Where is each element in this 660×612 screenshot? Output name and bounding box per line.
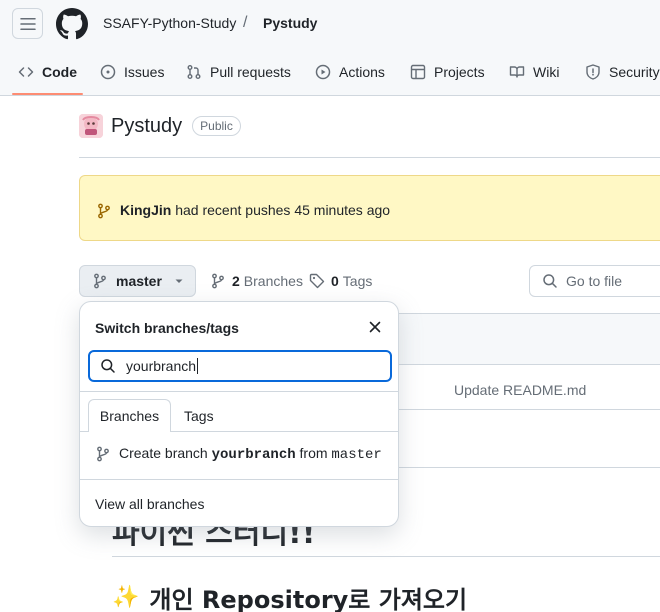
github-logo-icon[interactable] [56,8,88,40]
breadcrumb-separator: / [243,14,248,31]
dropdown-search-divider [80,391,398,392]
view-all-branches-link[interactable]: View all branches [95,496,204,512]
branch-select-button[interactable]: master [79,265,196,297]
go-to-file-placeholder: Go to file [566,273,623,289]
sparkles-icon: ✨ [112,585,140,610]
caret-down-icon [175,279,183,283]
repo-avatar[interactable] [79,114,103,138]
push-user[interactable]: KingJin [120,202,171,218]
branch-icon [97,446,109,462]
tab-wiki[interactable]: Wiki [509,48,559,96]
create-branch-text: Create branch yourbranch from master [119,445,382,463]
branch-switcher-dropdown: Switch branches/tags yourbranch Branches… [79,301,399,527]
create-branch-item[interactable]: Create branch yourbranch from master [95,445,382,463]
book-icon [509,66,525,78]
create-source-branch: master [331,447,382,463]
breadcrumb-owner[interactable]: SSAFY-Python-Study [103,15,236,31]
pull-request-icon [187,65,201,79]
issue-icon [100,64,116,80]
tab-tags[interactable]: Tags [184,399,214,432]
close-button[interactable] [366,318,384,336]
top-bar: SSAFY-Python-Study / Pystudy [0,0,660,48]
tags-link[interactable]: 0 Tags [309,265,372,297]
repo-nav: Code Issues Pull requests Actions Projec… [0,48,660,96]
readme-subtitle: ✨ 개인 Repository로 가져오기 [112,580,467,612]
tab-actions-label: Actions [339,64,385,80]
branch-icon [94,273,106,289]
dropdown-footer-divider [80,479,398,480]
tag-icon [309,273,325,289]
branch-search-input[interactable]: yourbranch [88,350,392,382]
play-icon [315,64,331,80]
recent-push-banner: KingJin had recent pushes 45 minutes ago [79,175,660,241]
push-message: KingJin had recent pushes 45 minutes ago [120,202,390,218]
tab-actions[interactable]: Actions [315,48,385,96]
current-branch-label: master [116,273,162,289]
repo-title[interactable]: Pystudy [111,115,182,138]
close-icon [369,321,381,333]
branch-icon [98,203,110,219]
tags-count: 0 [331,273,339,289]
tab-code[interactable]: Code [18,48,77,96]
create-branch-name: yourbranch [211,447,296,463]
breadcrumb-repo[interactable]: Pystudy [263,15,317,31]
tab-projects[interactable]: Projects [410,48,485,96]
commit-message[interactable]: Update README.md [454,382,586,398]
tab-branches[interactable]: Branches [88,399,171,432]
search-icon [543,274,557,288]
readme-rule [112,556,660,557]
repo-heading: Pystudy Public [79,114,241,138]
readme-subtitle-text: 개인 Repository로 가져오기 [149,586,468,612]
tab-projects-label: Projects [434,64,485,80]
tags-label: Tags [342,273,373,289]
tab-issues[interactable]: Issues [100,48,164,96]
branch-search-value: yourbranch [126,358,197,374]
tab-issues-label: Issues [124,64,165,80]
tab-pull-requests-label: Pull requests [210,64,291,80]
create-from: from [299,445,328,461]
text-cursor [197,358,199,374]
table-icon [410,64,426,80]
code-icon [18,67,34,77]
tab-wiki-label: Wiki [533,64,560,80]
branches-count: 2 [232,273,240,289]
branches-label: Branches [243,273,303,289]
visibility-badge: Public [192,116,241,136]
active-tab-indicator [12,93,83,95]
menu-button[interactable] [12,8,43,39]
create-prefix: Create branch [119,445,208,461]
tab-security[interactable]: Security [585,48,660,96]
go-to-file-input[interactable]: Go to file [529,265,660,297]
tab-security-label: Security [609,64,660,80]
branches-link[interactable]: 2 Branches [210,265,303,297]
search-icon [101,359,115,373]
dropdown-title: Switch branches/tags [95,320,239,336]
hamburger-icon [19,17,36,30]
push-text: had recent pushes 45 minutes ago [175,202,391,218]
tab-pull-requests[interactable]: Pull requests [186,48,291,96]
heading-divider [79,157,660,158]
shield-icon [586,64,600,80]
branch-icon [212,273,224,289]
tab-code-label: Code [42,64,77,80]
